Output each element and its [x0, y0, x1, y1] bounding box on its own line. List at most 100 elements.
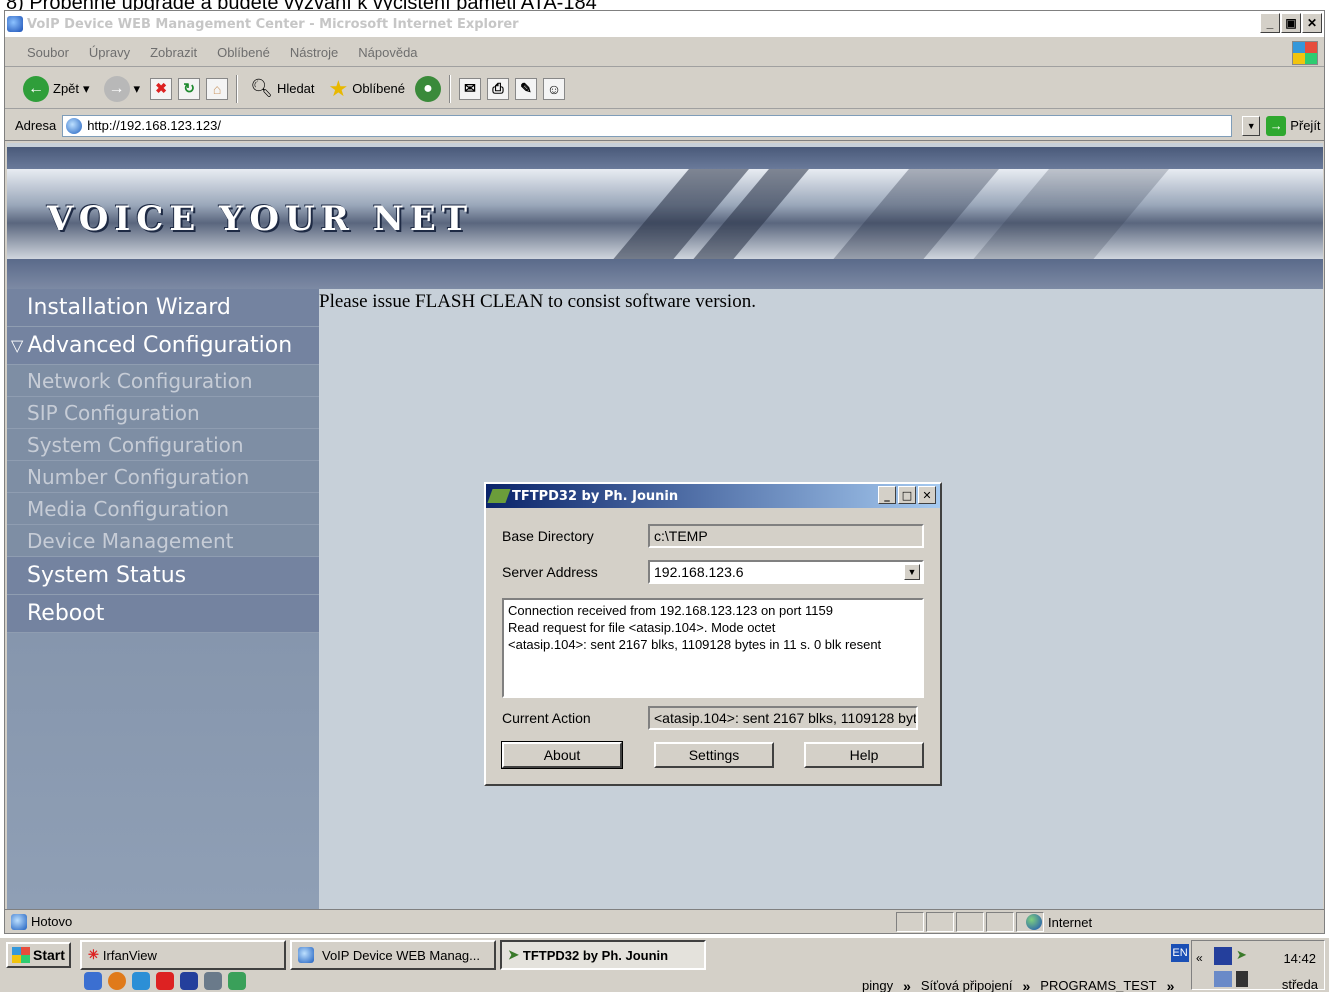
edit-icon[interactable]: ✎ [515, 77, 538, 100]
quicklaunch-irfanview-icon[interactable] [156, 972, 174, 990]
address-label: Adresa [15, 118, 57, 133]
quicklaunch-app-icon[interactable] [228, 972, 246, 990]
link-network[interactable]: Síťová připojení [921, 978, 1013, 992]
go-button[interactable]: → Přejít [1266, 115, 1321, 136]
search-button[interactable]: 🔍︎ Hledat [246, 73, 318, 105]
tray-network-icon[interactable] [1214, 971, 1232, 987]
messenger-icon[interactable]: ☺ [543, 77, 566, 100]
nav-installation-wizard[interactable]: Installation Wizard [7, 289, 319, 327]
status-bar: Hotovo Internet [5, 909, 1324, 933]
base-directory-row: Base Directory c:\TEMP [502, 524, 924, 548]
link-pingy[interactable]: pingy [862, 978, 893, 992]
menu-soubor[interactable]: Soubor [27, 45, 69, 60]
minimize-button[interactable]: _ [1260, 13, 1280, 33]
chevron-right-icon[interactable]: » [903, 978, 911, 992]
task-voip-browser[interactable]: VoIP Device WEB Manag... [290, 940, 496, 970]
log-line: <atasip.104>: sent 2167 blks, 1109128 by… [508, 637, 882, 652]
base-directory-field[interactable]: c:\TEMP [648, 524, 924, 548]
menu-oblibene[interactable]: Oblíbené [217, 45, 270, 60]
search-label: Hledat [276, 81, 315, 96]
back-dropdown-icon[interactable]: ▾ [83, 81, 90, 97]
dialog-close-button[interactable]: ✕ [918, 486, 936, 504]
menu-nastroje[interactable]: Nástroje [290, 45, 338, 60]
nav-network-configuration[interactable]: Network Configuration [7, 365, 319, 397]
nav-sip-configuration[interactable]: SIP Configuration [7, 397, 319, 429]
chevron-right-icon[interactable]: » [1022, 978, 1030, 992]
forward-dropdown-icon[interactable]: ▾ [134, 81, 141, 97]
mail-icon[interactable]: ✉ [459, 77, 482, 100]
server-address-row: Server Address 192.168.123.6 ▼ [502, 560, 924, 584]
nav-system-configuration[interactable]: System Configuration [7, 429, 319, 461]
task-label: VoIP Device WEB Manag... [322, 947, 480, 963]
nav-system-status[interactable]: System Status [7, 557, 319, 595]
address-dropdown-icon[interactable]: ▼ [1242, 115, 1261, 136]
settings-button[interactable]: Settings [654, 742, 774, 768]
security-zone: Internet [1026, 912, 1316, 932]
irfanview-icon: ✳ [88, 947, 99, 962]
menu-napoveda[interactable]: Nápověda [358, 45, 417, 60]
language-indicator[interactable]: EN [1171, 944, 1189, 962]
nav-media-configuration[interactable]: Media Configuration [7, 493, 319, 525]
quicklaunch-window-icon[interactable] [204, 972, 222, 990]
go-label: Přejít [1290, 118, 1321, 133]
start-label: Start [33, 947, 65, 963]
server-address-select[interactable]: 192.168.123.6 ▼ [648, 560, 924, 584]
nav-device-management[interactable]: Device Management [7, 525, 319, 557]
home-icon[interactable]: ⌂ [206, 77, 229, 100]
tray-volume-icon[interactable] [1236, 971, 1248, 987]
quick-launch [84, 972, 246, 990]
page-icon [66, 117, 83, 134]
task-label: IrfanView [102, 947, 157, 963]
system-tray: « ➤ 14:42 středa [1191, 940, 1325, 992]
menu-zobrazit[interactable]: Zobrazit [150, 45, 197, 60]
nav-advanced-configuration[interactable]: ▽ Advanced Configuration [7, 327, 319, 365]
dialog-titlebar[interactable]: TFTPD32 by Ph. Jounin _ □ ✕ [486, 484, 940, 508]
status-pane [956, 912, 984, 932]
chevron-down-icon[interactable]: ▼ [904, 564, 920, 580]
refresh-icon[interactable]: ↻ [178, 77, 201, 100]
tray-expand-icon[interactable]: « [1196, 951, 1203, 965]
dialog-maximize-button[interactable]: □ [898, 486, 916, 504]
tray-save-icon[interactable] [1214, 947, 1232, 965]
tray-tftpd-icon[interactable]: ➤ [1236, 947, 1247, 963]
quicklaunch-firefox-icon[interactable] [108, 972, 126, 990]
task-tftpd32[interactable]: ➤ TFTPD32 by Ph. Jounin [500, 940, 706, 970]
quicklaunch-ie-icon[interactable] [84, 972, 102, 990]
chevron-right-icon[interactable]: » [1167, 978, 1175, 992]
back-arrow-icon: ← [23, 75, 49, 102]
print-icon[interactable]: ⎙ [487, 77, 510, 100]
nav-reboot[interactable]: Reboot [7, 595, 319, 633]
restore-button[interactable]: ▣ [1281, 13, 1301, 33]
status-pane [896, 912, 924, 932]
star-icon: ★ [328, 75, 349, 101]
clock-day: středa [1281, 977, 1318, 992]
transfer-log[interactable]: Connection received from 192.168.123.123… [502, 598, 924, 698]
go-arrow-icon: → [1266, 115, 1287, 136]
nav-number-configuration[interactable]: Number Configuration [7, 461, 319, 493]
link-programs-test[interactable]: PROGRAMS_TEST [1040, 978, 1156, 992]
address-input[interactable]: http://192.168.123.123/ [62, 114, 1233, 137]
favorites-button[interactable]: ★ Oblíbené [325, 73, 410, 105]
toolbar-separator [236, 74, 239, 103]
close-button[interactable]: ✕ [1302, 13, 1322, 33]
forward-button[interactable]: → ▾ [100, 73, 145, 105]
clock-time[interactable]: 14:42 [1283, 951, 1316, 966]
server-address-value: 192.168.123.6 [654, 564, 744, 580]
zone-label: Internet [1048, 914, 1093, 930]
quicklaunch-save-icon[interactable] [180, 972, 198, 990]
menu-upravy[interactable]: Úpravy [89, 45, 130, 60]
start-button[interactable]: Start [6, 942, 71, 968]
dialog-minimize-button[interactable]: _ [878, 486, 896, 504]
quicklaunch-browser-icon[interactable] [132, 972, 150, 990]
tftpd-icon: ➤ [508, 947, 519, 962]
forward-arrow-icon: → [103, 75, 130, 102]
help-button[interactable]: Help [804, 742, 924, 768]
stop-icon[interactable]: ✖ [150, 77, 173, 100]
window-title: VoIP Device WEB Management Center - Micr… [27, 16, 519, 32]
status-panes [896, 912, 1044, 932]
tftpd32-dialog: TFTPD32 by Ph. Jounin _ □ ✕ Base Directo… [484, 482, 942, 786]
media-icon[interactable]: ● [415, 75, 442, 102]
task-irfanview[interactable]: ✳ IrfanView [80, 940, 286, 970]
back-button[interactable]: ← Zpět ▾ [19, 73, 94, 105]
about-button[interactable]: About [501, 741, 623, 769]
